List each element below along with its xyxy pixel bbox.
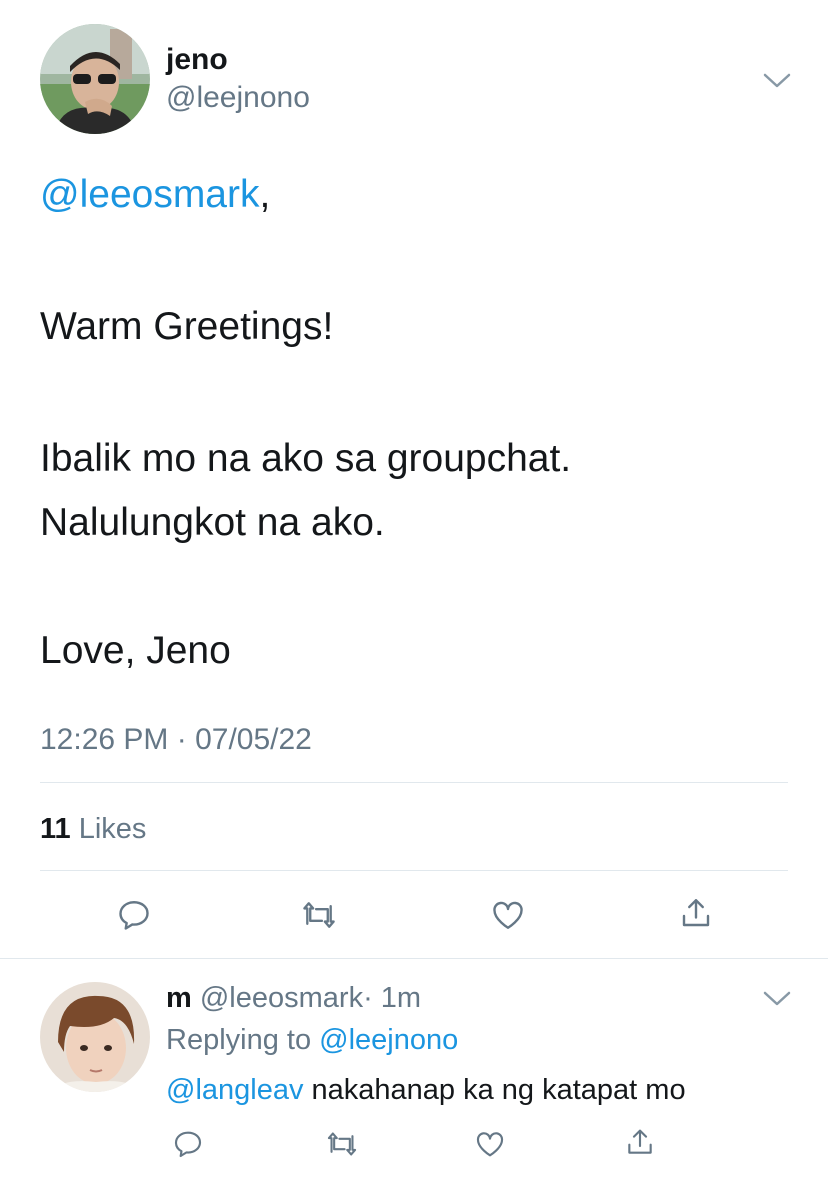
author-avatar[interactable] xyxy=(40,24,150,134)
divider xyxy=(40,782,788,783)
author-name[interactable]: jeno xyxy=(166,42,228,78)
retweet-icon[interactable] xyxy=(322,1124,362,1164)
reply-body: nakahanap ka ng katapat mo xyxy=(303,1074,686,1106)
reply-icon[interactable] xyxy=(168,1124,208,1164)
chevron-down-icon[interactable] xyxy=(762,70,792,90)
likes-stat[interactable]: 11 Likes xyxy=(40,811,146,847)
mention-link[interactable]: @leeosmark xyxy=(40,173,260,216)
tweet-text-line: Love, Jeno xyxy=(40,629,231,672)
avatar-photo xyxy=(40,24,150,134)
reply-text: @langleav nakahanap ka ng katapat mo xyxy=(166,1072,686,1108)
share-icon[interactable] xyxy=(676,893,716,933)
chevron-down-icon[interactable] xyxy=(762,988,792,1008)
reply-time[interactable]: · 1m xyxy=(363,982,421,1014)
tweet-mention-line: @leeosmark, xyxy=(40,172,270,218)
tweet-text-line: Warm Greetings! xyxy=(40,305,334,348)
replying-prefix: Replying to xyxy=(166,1024,312,1056)
author-handle[interactable]: @leejnono xyxy=(166,80,310,116)
reply-avatar[interactable] xyxy=(40,982,150,1092)
heart-icon[interactable] xyxy=(488,895,528,935)
section-divider xyxy=(0,958,828,959)
retweet-icon[interactable] xyxy=(299,895,339,935)
reply-header: m @leeosmark· 1m xyxy=(166,980,421,1016)
reply-icon[interactable] xyxy=(114,895,154,935)
mention-suffix: , xyxy=(259,173,271,216)
likes-label: Likes xyxy=(78,813,147,845)
reply-author-name[interactable]: m xyxy=(166,982,192,1014)
replying-to: Replying to @leejnono xyxy=(166,1022,458,1058)
likes-count: 11 xyxy=(40,813,71,845)
share-icon[interactable] xyxy=(620,1122,660,1162)
reply-mention-link[interactable]: @langleav xyxy=(166,1074,303,1106)
replying-handle-link[interactable]: @leejnono xyxy=(319,1024,458,1056)
avatar-photo xyxy=(40,982,150,1092)
reply-author-handle[interactable]: @leeosmark xyxy=(200,982,363,1014)
tweet-text-line: Nalulungkot na ako. xyxy=(40,501,385,544)
divider xyxy=(40,870,788,871)
tweet-text-line: Ibalik mo na ako sa groupchat. xyxy=(40,437,572,480)
heart-icon[interactable] xyxy=(470,1124,510,1164)
tweet-timestamp[interactable]: 12:26 PM · 07/05/22 xyxy=(40,722,312,758)
